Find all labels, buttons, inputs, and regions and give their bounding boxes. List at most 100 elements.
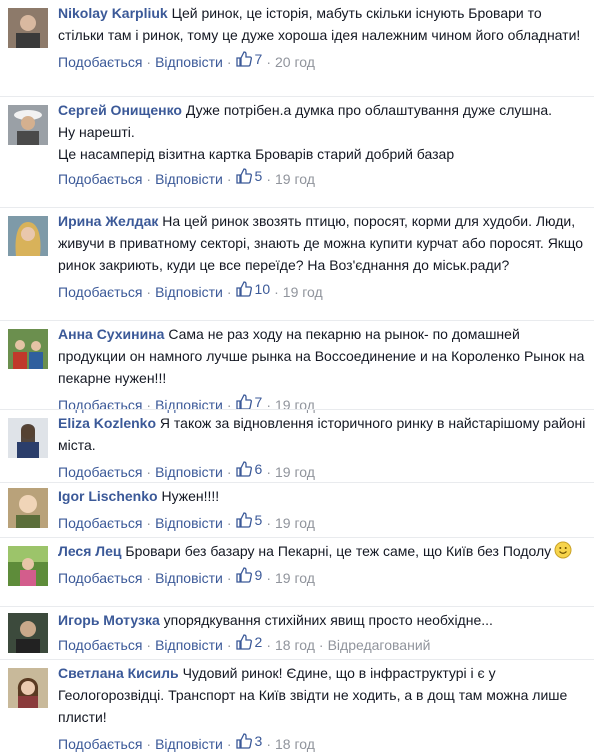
comment-actions: Подобається · Відповісти · 2 · 18 год · Відредаг… [58,632,588,655]
comment-text: Нужен!!!! [161,488,220,504]
like-count[interactable]: 9 [235,565,262,585]
thumbs-up-icon [235,168,252,184]
comment-author[interactable]: Сергей Онищенко [58,102,182,118]
separator: · [266,515,271,531]
separator: · [226,570,232,586]
comment-text-line: Це насамперід візитна картка Броварів ст… [58,146,455,162]
separator: · [146,736,152,752]
timestamp[interactable]: 20 год [275,54,315,70]
avatar[interactable] [8,216,48,256]
separator: · [226,464,232,480]
comment-author[interactable]: Igor Lischenko [58,488,158,504]
thumbs-up-icon [235,281,252,297]
comment-author[interactable]: Ирина Желдак [58,213,158,229]
separator: · [226,515,232,531]
like-link[interactable]: Подобається [58,515,142,531]
smiley-emoji-icon [554,541,572,559]
comment-item: Анна Сухинина Сама не раз ходу на пекарн… [0,321,594,413]
avatar[interactable] [8,8,48,48]
comment-actions: Подобається · Відповісти · 9 · 19 год [58,565,588,588]
avatar[interactable] [8,668,48,708]
avatar[interactable] [8,329,48,369]
comment-actions: Подобається · Відповісти · 5 · 19 год [58,510,588,533]
reply-link[interactable]: Відповісти [155,171,223,187]
reply-link[interactable]: Відповісти [155,736,223,752]
like-count-value: 10 [254,281,271,297]
timestamp[interactable]: 19 год [275,570,315,586]
timestamp[interactable]: 19 год [275,515,315,531]
avatar[interactable] [8,546,48,586]
avatar[interactable] [8,488,48,528]
comment-author[interactable]: Nikolay Karpliuk [58,5,168,21]
avatar[interactable] [8,418,48,458]
reply-link[interactable]: Відповісти [155,637,223,653]
separator: · [226,736,232,752]
comment-actions: Подобається · Відповісти · 10 · 19 год [58,279,588,302]
edited-label[interactable]: Відредагований [328,637,431,653]
like-link[interactable]: Подобається [58,637,142,653]
like-count[interactable]: 3 [235,731,262,751]
separator: · [146,570,152,586]
avatar[interactable] [8,613,48,653]
like-count[interactable]: 10 [235,279,271,299]
reply-link[interactable]: Відповісти [155,54,223,70]
timestamp[interactable]: 19 год [283,284,323,300]
comment-text: Бровари без базару на Пекарні, це теж са… [125,543,552,559]
thumbs-up-icon [235,634,252,650]
comment-author[interactable]: Игорь Мотузка [58,612,160,628]
thumbs-up-icon [235,51,252,67]
separator: · [266,171,271,187]
comment-text: упорядкування стихійних явищ просто необ… [163,612,493,628]
comment-item: Игорь Мотузка упорядкування стихійних яв… [0,607,594,659]
separator: · [226,171,232,187]
comment-author[interactable]: Eliza Kozlenko [58,415,156,431]
like-count[interactable]: 5 [235,166,262,186]
comment-actions: Подобається · Відповісти · 6 · 19 год [58,459,588,482]
comment-actions: Подобається · Відповісти · 3 · 18 год [58,731,588,754]
like-link[interactable]: Подобається [58,171,142,187]
like-link[interactable]: Подобається [58,736,142,752]
comment-author[interactable]: Леся Лец [58,543,122,559]
like-count[interactable]: 6 [235,459,262,479]
comment-item: Светлана Кисиль Чудовий ринок! Єдине, що… [0,660,594,754]
separator: · [146,464,152,480]
reply-link[interactable]: Відповісти [155,284,223,300]
avatar[interactable] [8,105,48,145]
timestamp[interactable]: 19 год [275,171,315,187]
like-count[interactable]: 2 [235,632,262,652]
comment-text-line: Ну нарешті. [58,124,135,140]
separator: · [266,54,271,70]
like-count[interactable]: 7 [235,49,262,69]
separator: · [226,284,232,300]
separator: · [266,570,271,586]
timestamp[interactable]: 18 год [275,637,315,653]
comment-item: Ирина Желдак На цей ринок звозять птицю,… [0,208,594,320]
comment-actions: Подобається · Відповісти · 7 · 20 год [58,49,588,72]
like-count[interactable]: 5 [235,510,262,530]
separator: · [146,171,152,187]
separator: · [318,637,324,653]
like-link[interactable]: Подобається [58,570,142,586]
timestamp[interactable]: 18 год [275,736,315,752]
comment-item: Igor Lischenko Нужен!!!! Подобається · Від… [0,483,594,537]
thumbs-up-icon [235,733,252,749]
comment-item: Леся Лец Бровари без базару на Пекарні, … [0,538,594,606]
separator: · [266,637,271,653]
like-link[interactable]: Подобається [58,54,142,70]
like-link[interactable]: Подобається [58,284,142,300]
comment-author[interactable]: Анна Сухинина [58,326,164,342]
reply-link[interactable]: Відповісти [155,515,223,531]
thumbs-up-icon [235,461,252,477]
reply-link[interactable]: Відповісти [155,570,223,586]
thumbs-up-icon [235,394,252,410]
comment-author[interactable]: Светлана Кисиль [58,665,179,681]
separator: · [146,54,152,70]
reply-link[interactable]: Відповісти [155,464,223,480]
comment-item: Eliza Kozlenko Я також за відновлення іс… [0,410,594,482]
like-link[interactable]: Подобається [58,464,142,480]
separator: · [146,515,152,531]
timestamp[interactable]: 19 год [275,464,315,480]
separator: · [266,736,271,752]
comment-actions: Подобається · Відповісти · 5 · 19 год [58,166,588,189]
separator: · [266,464,271,480]
